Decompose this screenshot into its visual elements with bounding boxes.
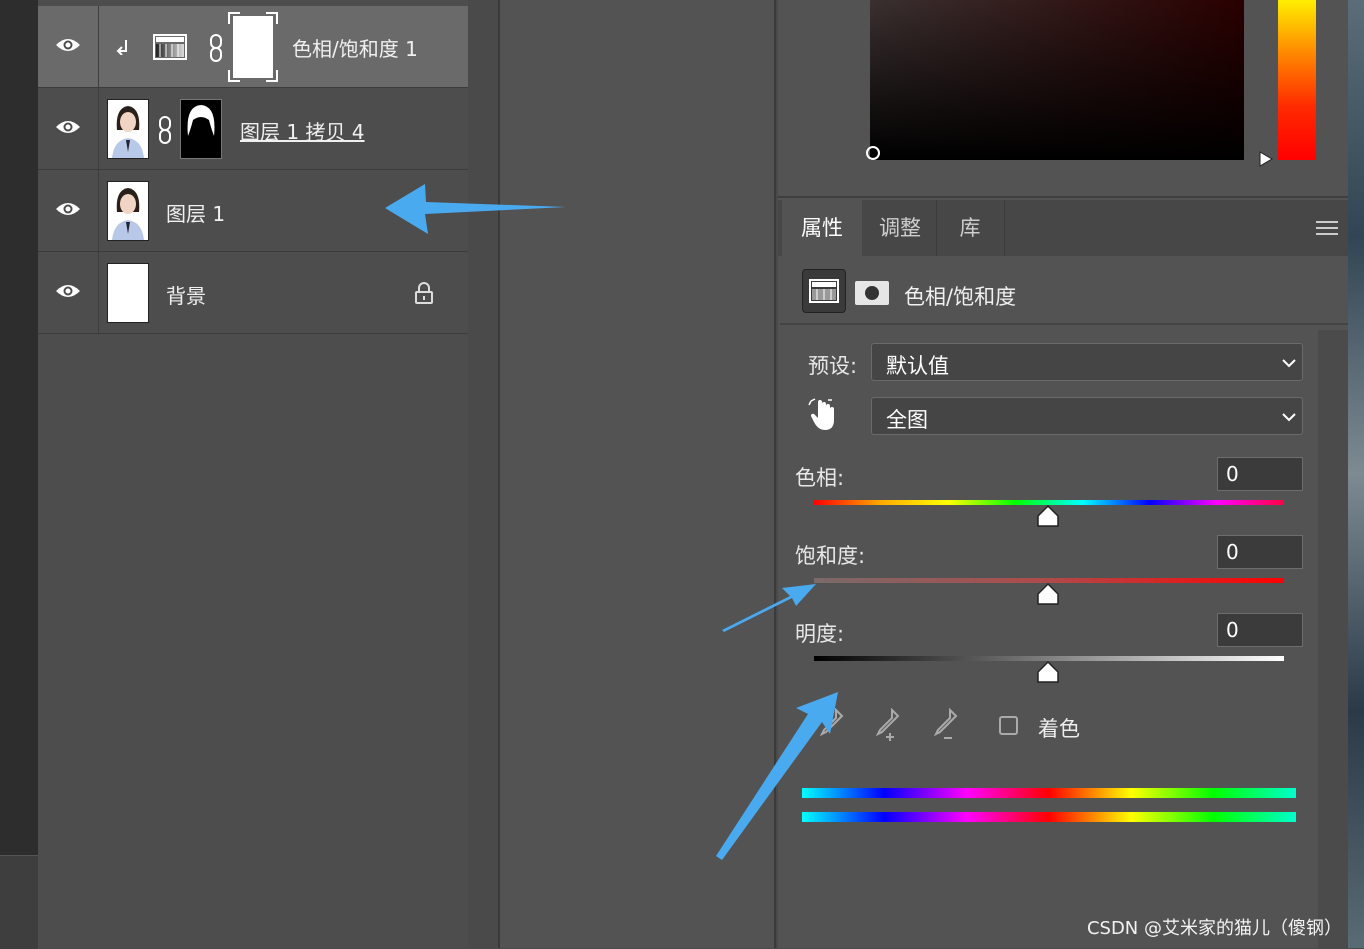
eye-icon[interactable] [55,119,81,135]
hue-saturation-adjustment-icon [809,279,839,303]
hue-slider-marker[interactable] [1258,150,1276,168]
layer-thumbnail-portrait[interactable] [107,181,149,241]
layers-panel: 色相/饱和度 1 图层 1 拷贝 4 图层 1 背景 [38,0,468,948]
lightness-input[interactable]: 0 [1217,613,1303,647]
hue-label: 色相: [795,466,845,490]
hue-saturation-adjustment-icon [153,34,187,60]
left-dock-strip [0,0,38,948]
mask-silhouette [181,100,221,158]
tab-adjustments[interactable]: 调整 [864,200,937,256]
properties-scrollbar[interactable] [1318,330,1348,948]
properties-title: 色相/饱和度 [904,285,1017,309]
panel-menu-icon[interactable] [1316,220,1338,236]
layer-name[interactable]: 背景 [166,280,206,309]
hue-input[interactable]: 0 [1217,457,1303,491]
eyedropper-subtract-icon[interactable] [928,708,960,744]
eye-icon[interactable] [55,283,81,299]
visibility-toggle[interactable] [38,88,99,169]
output-hue-range-bar [802,812,1296,822]
eye-icon[interactable] [55,37,81,53]
middle-panel [498,0,776,948]
lightness-label: 明度: [795,622,845,646]
saturation-label: 饱和度: [795,544,866,568]
panel-tab-bar: 属性 调整 库 [778,200,1348,256]
adjustment-mode-button[interactable] [802,269,846,313]
layer-mask-thumbnail[interactable] [180,99,222,159]
lock-icon[interactable] [414,282,434,304]
preset-value: 默认值 [886,354,949,378]
preset-dropdown[interactable]: 默认值 [871,343,1303,381]
color-field[interactable] [870,0,1244,160]
layer-row-background[interactable]: 背景 [38,252,468,334]
tab-libraries[interactable]: 库 [936,200,1005,256]
channel-dropdown[interactable]: 全图 [871,397,1303,435]
clipping-arrow-icon [116,40,127,55]
layer-thumbnail-portrait[interactable] [107,99,149,159]
hue-slider-handle[interactable] [1036,504,1060,528]
link-chain-icon [159,116,171,144]
portrait-image [108,100,148,158]
hue-strip[interactable] [1278,0,1316,160]
layer-row-photo[interactable]: 图层 1 [38,170,468,252]
mask-mode-icon[interactable] [855,281,889,305]
layer-name[interactable]: 图层 1 拷贝 4 [240,116,365,145]
preset-label: 预设: [808,354,858,378]
targeted-adjustment-hand-icon[interactable] [808,398,840,432]
portrait-image [108,182,148,240]
visibility-toggle[interactable] [38,170,99,251]
visibility-toggle[interactable] [38,252,99,333]
saturation-input[interactable]: 0 [1217,535,1303,569]
divider [780,323,1348,325]
left-dock-bottom [0,855,38,949]
layer-mask-thumbnail[interactable] [228,12,278,82]
visibility-toggle[interactable] [38,6,99,87]
layer-name[interactable]: 色相/饱和度 1 [292,33,418,62]
lightness-slider-handle[interactable] [1036,660,1060,684]
layer-thumbnail-white[interactable] [107,263,149,323]
eye-icon[interactable] [55,201,81,217]
eyedropper-add-icon[interactable] [870,708,902,744]
watermark: CSDN @艾米家的猫儿（傻钢） [1086,918,1342,939]
layer-name[interactable]: 图层 1 [166,198,225,227]
colorize-label: 着色 [1038,717,1080,741]
colorize-checkbox[interactable] [999,716,1018,735]
tab-properties[interactable]: 属性 [782,200,862,256]
panel-gutter [468,0,498,948]
chevron-down-icon [1282,413,1296,422]
layer-row-photo-copy[interactable]: 图层 1 拷贝 4 [38,88,468,170]
eyedropper-icon[interactable] [818,708,844,742]
link-chain-icon [210,34,222,62]
canvas-edge-image [1348,0,1364,948]
layer-row-hue-saturation[interactable]: 色相/饱和度 1 [38,6,468,88]
input-hue-range-bar [802,788,1296,798]
chevron-down-icon [1282,359,1296,368]
channel-value: 全图 [886,408,928,432]
saturation-slider-handle[interactable] [1036,582,1060,606]
color-field-marker[interactable] [866,146,880,160]
